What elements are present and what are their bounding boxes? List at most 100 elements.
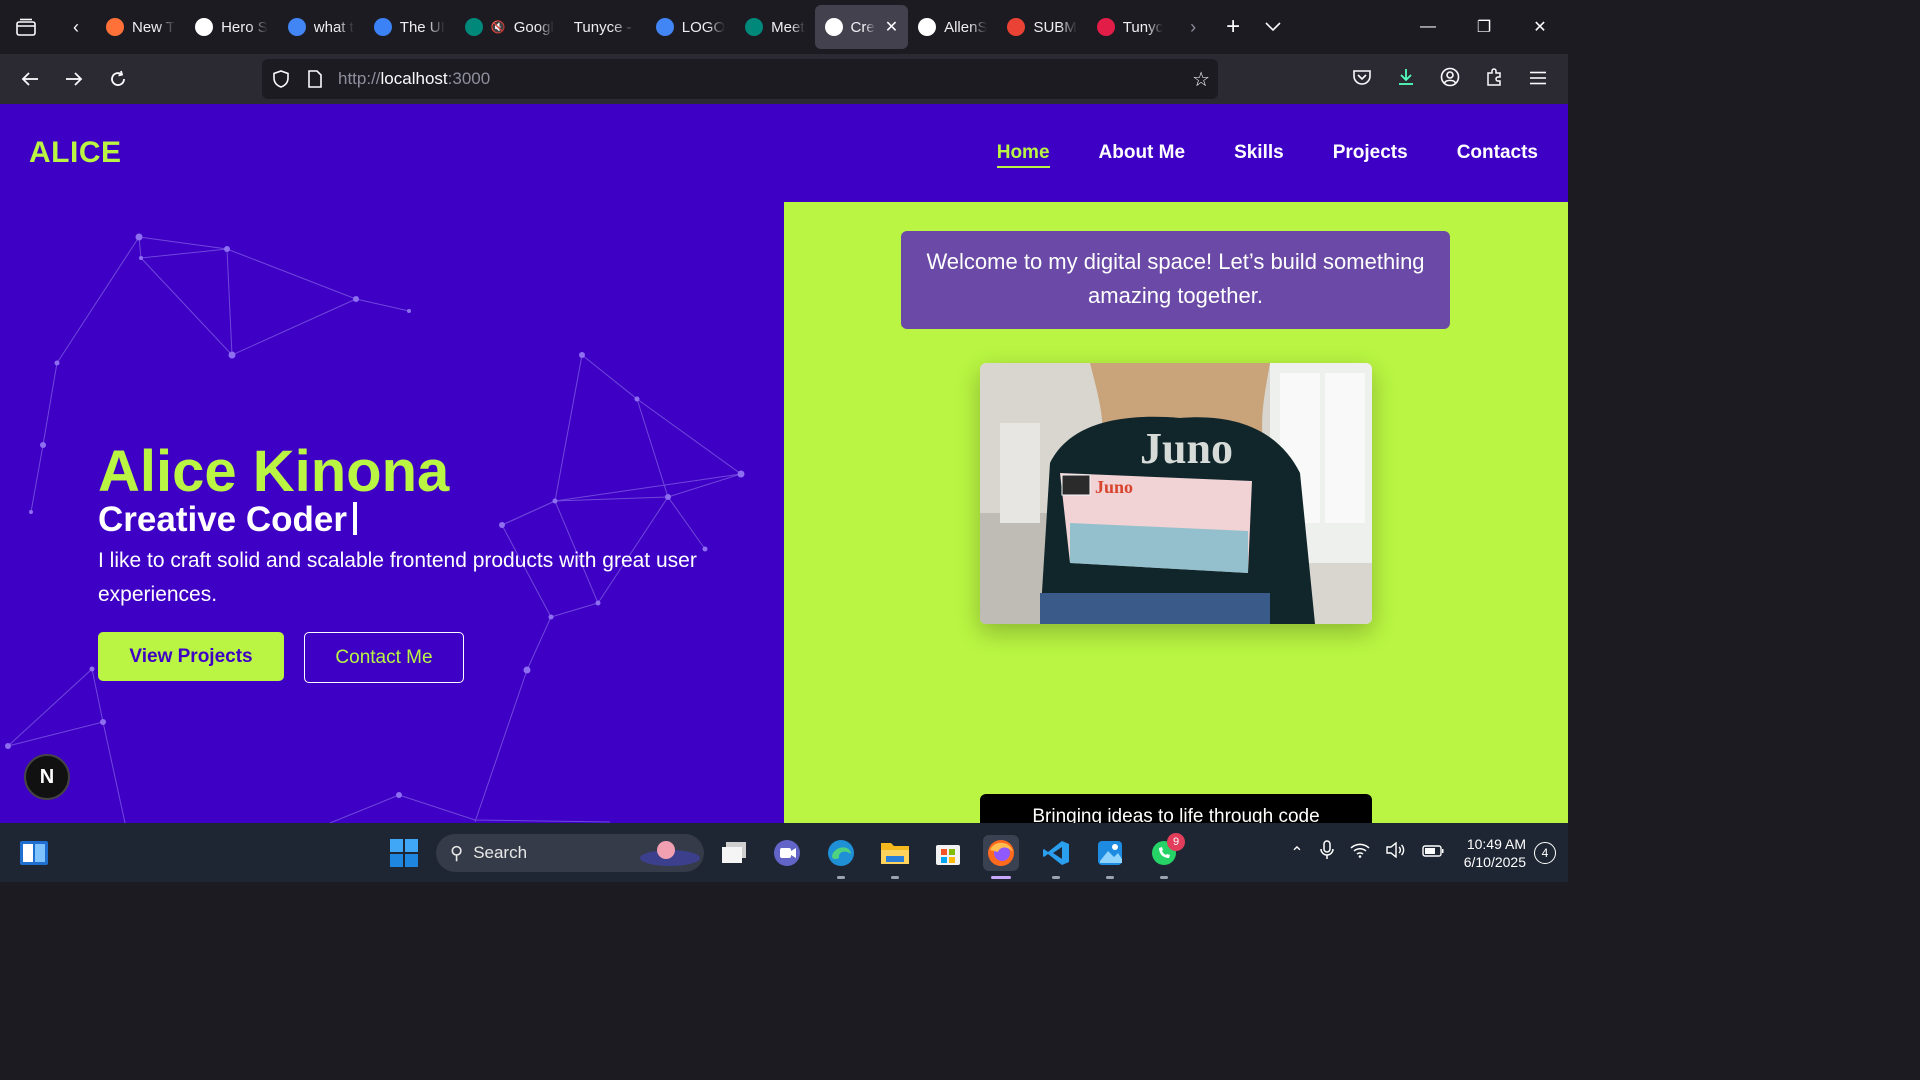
vscode-icon[interactable] <box>1038 835 1074 879</box>
reload-icon[interactable] <box>96 57 140 101</box>
list-all-tabs-icon[interactable] <box>1253 7 1293 47</box>
show-hidden-icons-icon[interactable]: ⌃ <box>1290 843 1303 863</box>
view-projects-button[interactable]: View Projects <box>98 632 284 681</box>
account-icon[interactable] <box>1428 67 1472 92</box>
url-text[interactable]: http://localhost:3000 <box>338 69 490 89</box>
tab-label: New T <box>132 18 176 36</box>
restore-icon[interactable]: ❐ <box>1456 17 1512 37</box>
menu-skills[interactable]: Skills <box>1234 142 1284 168</box>
close-tab-icon[interactable]: ✕ <box>885 17 898 37</box>
browser-tab[interactable]: Tunyc <box>1087 5 1173 49</box>
explorer-running-indicator <box>891 876 899 879</box>
github-icon <box>918 18 937 36</box>
downloads-icon[interactable] <box>1384 68 1428 91</box>
google-icon <box>655 18 674 36</box>
browser-tab[interactable]: New T <box>96 5 185 49</box>
meet-icon <box>464 18 483 36</box>
task-view-icon[interactable] <box>716 835 752 871</box>
menu-home[interactable]: Home <box>996 142 1050 168</box>
pocket-icon[interactable] <box>1340 69 1384 90</box>
vscode-running-indicator <box>1052 876 1060 879</box>
microphone-icon[interactable] <box>1319 840 1334 865</box>
new-tab-icon[interactable]: + <box>1213 7 1253 47</box>
browser-window: ‹ New T Hero S what t The UI 🔇 Googl Tunyce - … <box>0 0 1568 882</box>
google-icon <box>287 18 306 36</box>
tab-strip: New T Hero S what t The UI 🔇 Googl Tunyce - R L… <box>96 0 1173 54</box>
battery-icon[interactable] <box>1422 844 1444 862</box>
app-menu-icon[interactable] <box>1516 69 1560 90</box>
notification-center-badge[interactable]: 4 <box>1534 841 1556 864</box>
microsoft-store-icon[interactable] <box>930 835 966 871</box>
tab-label: Tunyc <box>1122 18 1164 36</box>
whatsapp-icon[interactable]: 9 <box>1146 833 1185 879</box>
browser-tab[interactable]: 🔇 Googl <box>455 5 564 49</box>
search-placeholder: Search <box>473 843 528 862</box>
clock-date: 6/10/2025 <box>1463 853 1526 870</box>
teams-icon[interactable] <box>769 835 805 871</box>
browser-tab[interactable]: Meet <box>735 5 814 49</box>
tab-label: SUBM <box>1033 18 1077 36</box>
tab-label: Cre <box>850 18 875 36</box>
browser-tab[interactable]: what t <box>278 5 364 49</box>
edge-running-indicator <box>837 876 845 879</box>
page-info-icon[interactable] <box>298 70 332 88</box>
forward-icon[interactable] <box>52 57 96 101</box>
contact-me-button[interactable]: Contact Me <box>304 632 464 683</box>
taskbar-clock[interactable]: 10:49 AM 6/10/2025 <box>1464 835 1526 871</box>
menu-contacts[interactable]: Contacts <box>1457 142 1538 168</box>
tab-label: Googl <box>513 18 554 36</box>
laptop-sticker-text: Juno <box>1095 477 1133 497</box>
bookmark-star-icon[interactable]: ☆ <box>1192 67 1210 92</box>
tab-label: LOGO <box>681 18 726 36</box>
vercel-icon <box>824 18 843 36</box>
windows-start-icon[interactable] <box>386 835 422 871</box>
whatsapp-running-indicator <box>1160 876 1168 879</box>
address-bar[interactable]: http://localhost:3000 ☆ <box>262 59 1218 99</box>
browser-tab[interactable]: Tunyce - R <box>564 5 646 49</box>
browser-tab[interactable]: AllenS <box>908 5 997 49</box>
whatsapp-badge: 9 <box>1167 833 1185 851</box>
windows-taskbar: ⚲ Search 9 ⌃ 10:49 AM 6/10/2025 4 <box>0 823 1568 882</box>
welcome-banner: Welcome to my digital space! Let’s build… <box>901 231 1450 329</box>
scroll-tabs-left-icon[interactable]: ‹ <box>56 7 96 47</box>
tracking-protection-shield-icon[interactable] <box>264 70 298 88</box>
minimize-icon[interactable]: — <box>1400 18 1456 36</box>
back-icon[interactable] <box>8 57 52 101</box>
scroll-tabs-right-icon[interactable]: › <box>1173 7 1213 47</box>
typing-caret <box>352 502 357 535</box>
menu-about-me[interactable]: About Me <box>1099 142 1186 168</box>
taskbar-search[interactable]: ⚲ Search <box>436 834 704 872</box>
edge-icon[interactable] <box>823 835 859 879</box>
system-tray: ⌃ 10:49 AM 6/10/2025 4 <box>1282 823 1568 882</box>
menu-projects[interactable]: Projects <box>1333 142 1408 168</box>
tab-muted-icon[interactable]: 🔇 <box>491 20 506 34</box>
wifi-icon[interactable] <box>1350 842 1370 863</box>
photos-running-indicator <box>1106 876 1114 879</box>
site-logo[interactable]: ALICE <box>29 136 122 170</box>
browser-tab[interactable]: Cre ✕ <box>814 5 909 49</box>
browser-tab[interactable]: LOGO <box>646 5 735 49</box>
photos-icon[interactable] <box>1092 835 1128 879</box>
close-window-icon[interactable]: ✕ <box>1512 17 1568 37</box>
search-icon: ⚲ <box>450 842 464 863</box>
tab-label: Meet <box>771 18 805 36</box>
browser-tab[interactable]: The UI <box>364 5 455 49</box>
hero-description: I like to craft solid and scalable front… <box>98 549 697 606</box>
tab-overview-icon[interactable] <box>6 7 46 47</box>
app-icon <box>1096 18 1115 36</box>
extensions-icon[interactable] <box>1472 67 1516 91</box>
firefox-taskbar-icon[interactable] <box>983 835 1019 879</box>
volume-icon[interactable] <box>1386 841 1406 863</box>
profile-photo: Juno Juno <box>980 363 1372 624</box>
file-explorer-icon[interactable] <box>877 835 913 879</box>
widgets-icon[interactable] <box>16 835 52 871</box>
hero-name: Alice Kinona <box>98 439 450 504</box>
hero-role-text: Creative Coder <box>98 500 347 539</box>
nextjs-dev-badge[interactable]: N <box>24 754 70 800</box>
browser-tab[interactable]: Hero S <box>185 5 278 49</box>
toolbar-right <box>1340 54 1560 104</box>
photo-illustration: Juno Juno <box>980 363 1372 624</box>
gmail-icon <box>1007 18 1026 36</box>
browser-tab[interactable]: SUBM <box>997 5 1086 49</box>
hero-right-panel: Welcome to my digital space! Let’s build… <box>784 202 1568 823</box>
